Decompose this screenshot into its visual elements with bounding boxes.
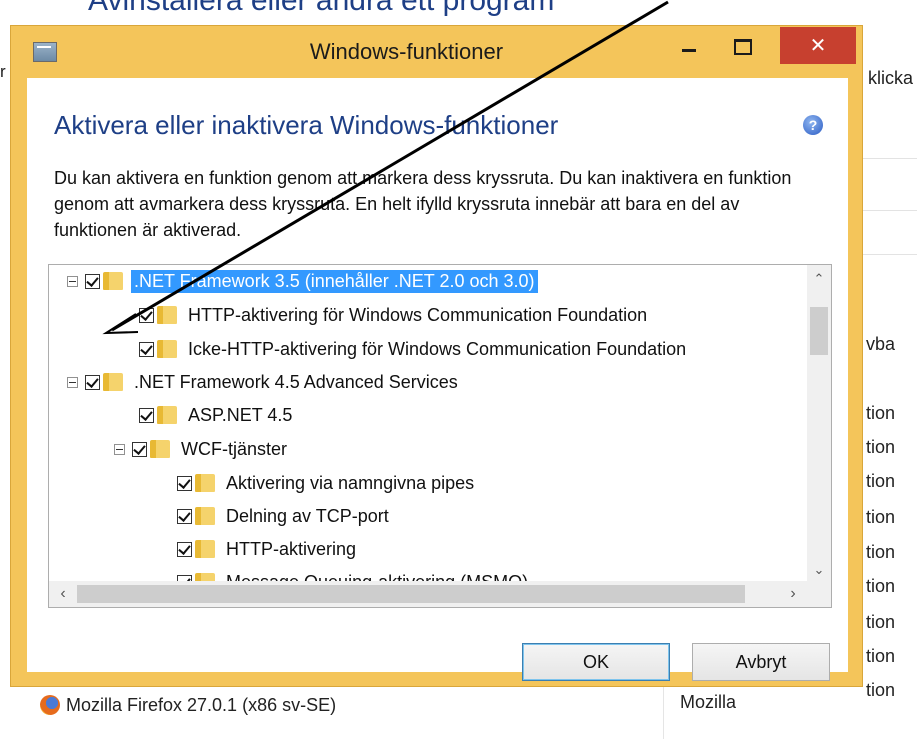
folder-icon	[195, 474, 215, 492]
tree-item-label: Delning av TCP-port	[226, 505, 389, 526]
scroll-up-icon[interactable]: ⌃	[807, 269, 831, 289]
feature-checkbox[interactable]	[85, 273, 100, 289]
ok-button[interactable]: OK	[522, 643, 670, 681]
background-publisher-fragment: tion	[866, 576, 896, 596]
feature-checkbox[interactable]	[139, 341, 154, 357]
background-left-text: r	[0, 62, 6, 81]
program-name: Mozilla Firefox 27.0.1 (x86 sv-SE)	[66, 694, 337, 715]
feature-checkbox[interactable]	[139, 307, 154, 323]
feature-checkbox[interactable]	[177, 508, 192, 524]
tree-item-label: Aktivering via namngivna pipes	[226, 472, 475, 493]
firefox-icon	[40, 695, 60, 715]
help-icon[interactable]: ?	[803, 115, 823, 135]
minimize-icon	[682, 48, 696, 52]
folder-icon	[195, 507, 215, 525]
close-button[interactable]: ✕	[780, 27, 856, 64]
scroll-right-icon[interactable]: ›	[781, 581, 805, 607]
background-publisher-fragment: tion	[866, 507, 896, 527]
tree-item-http-activation[interactable]: HTTP-aktivering	[177, 534, 359, 564]
cancel-button[interactable]: Avbryt	[692, 643, 830, 681]
background-publisher-fragment: vba	[866, 334, 896, 354]
background-window-title: Avinstallera eller ändra ett program	[88, 0, 555, 17]
background-divider	[858, 158, 917, 159]
background-publisher-fragment: tion	[866, 646, 896, 666]
windows-features-dialog: Windows-funktioner ✕ Aktivera eller inak…	[10, 25, 863, 687]
maximize-icon	[734, 39, 752, 55]
background-publisher-fragment: tion	[866, 403, 896, 423]
collapse-expander-icon[interactable]	[67, 376, 78, 388]
feature-checkbox[interactable]	[132, 441, 147, 457]
folder-icon	[157, 306, 177, 324]
tree-item-label: Icke-HTTP-aktivering för Windows Communi…	[188, 338, 687, 359]
tree-item-label: HTTP-aktivering för Windows Communicatio…	[188, 304, 648, 325]
tree-item-tcp-port-sharing[interactable]: Delning av TCP-port	[177, 501, 392, 531]
feature-checkbox[interactable]	[177, 475, 192, 491]
vertical-scroll-thumb[interactable]	[810, 307, 828, 355]
tree-item-label: .NET Framework 3.5 (innehåller .NET 2.0 …	[131, 269, 538, 293]
feature-checkbox[interactable]	[85, 374, 100, 390]
tree-item-aspnet45[interactable]: ASP.NET 4.5	[139, 400, 295, 430]
vertical-scrollbar[interactable]: ⌃ ⌄	[807, 265, 831, 582]
scroll-down-icon[interactable]: ⌄	[807, 560, 831, 580]
background-publisher-fragment: tion	[866, 437, 896, 457]
background-publisher-fragment: tion	[866, 680, 896, 700]
scroll-left-icon[interactable]: ‹	[51, 581, 75, 607]
collapse-expander-icon[interactable]	[114, 443, 125, 455]
background-publisher-fragment: tion	[866, 612, 896, 632]
feature-checkbox[interactable]	[177, 541, 192, 557]
background-right-text: klicka	[868, 68, 914, 88]
tree-item-http-activation-wcf[interactable]: HTTP-aktivering för Windows Communicatio…	[139, 300, 650, 330]
tree-item-label: ASP.NET 4.5	[188, 404, 293, 425]
tree-item-netfx35[interactable]: .NET Framework 3.5 (innehåller .NET 2.0 …	[67, 266, 538, 296]
horizontal-scroll-thumb[interactable]	[77, 585, 745, 603]
folder-icon	[195, 540, 215, 558]
background-divider	[858, 254, 917, 255]
background-divider	[858, 210, 917, 211]
program-row-firefox[interactable]: Mozilla Firefox 27.0.1 (x86 sv-SE)	[40, 690, 336, 720]
horizontal-scrollbar[interactable]: ‹ ›	[49, 581, 807, 607]
close-icon: ✕	[809, 35, 827, 57]
folder-icon	[157, 340, 177, 358]
folder-icon	[150, 440, 170, 458]
folder-icon	[157, 406, 177, 424]
dialog-description: Du kan aktivera en funktion genom att ma…	[54, 168, 792, 240]
tree-item-wcf-services[interactable]: WCF-tjänster	[114, 434, 290, 464]
collapse-expander-icon[interactable]	[67, 275, 78, 287]
dialog-heading: Aktivera eller inaktivera Windows-funkti…	[54, 110, 559, 140]
folder-icon	[103, 373, 123, 391]
tree-item-label: .NET Framework 4.5 Advanced Services	[134, 371, 458, 392]
dialog-titlebar[interactable]: Windows-funktioner ✕	[11, 26, 862, 78]
tree-item-label: HTTP-aktivering	[226, 538, 357, 559]
background-publisher-fragment: tion	[866, 542, 896, 562]
program-publisher: Mozilla	[680, 692, 737, 712]
dialog-client-area: Aktivera eller inaktivera Windows-funkti…	[27, 78, 848, 681]
folder-icon	[103, 272, 123, 290]
maximize-button[interactable]	[723, 32, 763, 62]
tree-item-netfx45[interactable]: .NET Framework 4.5 Advanced Services	[67, 367, 461, 397]
background-publisher-fragment: tion	[866, 471, 896, 491]
background-column-divider	[663, 682, 664, 739]
tree-item-named-pipes[interactable]: Aktivering via namngivna pipes	[177, 468, 477, 498]
scrollbar-corner	[807, 581, 831, 607]
tree-item-non-http-activation-wcf[interactable]: Icke-HTTP-aktivering för Windows Communi…	[139, 334, 689, 364]
features-tree[interactable]: .NET Framework 3.5 (innehåller .NET 2.0 …	[48, 264, 832, 608]
tree-item-label: WCF-tjänster	[181, 438, 288, 459]
feature-checkbox[interactable]	[139, 407, 154, 423]
minimize-button[interactable]	[669, 32, 709, 62]
